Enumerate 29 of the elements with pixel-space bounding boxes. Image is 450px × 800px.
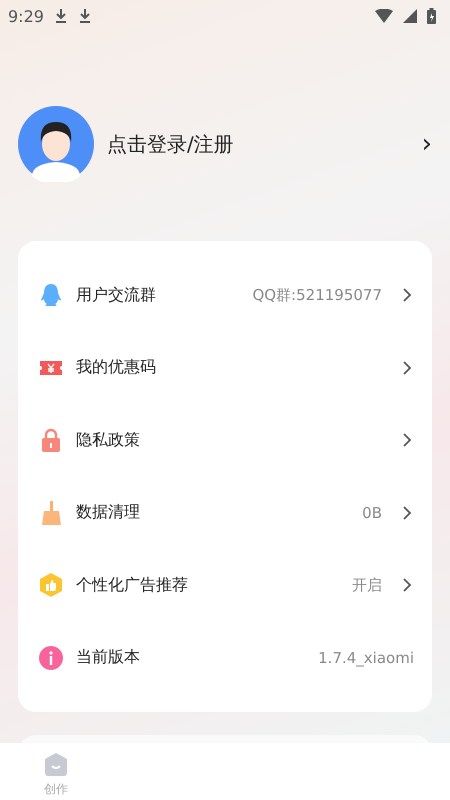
chevron-icon: › bbox=[422, 129, 432, 159]
menu-label: 当前版本 bbox=[76, 647, 141, 668]
menu-item[interactable]: 当前版本 1.7.4_xiaomi bbox=[18, 622, 432, 694]
smile-box-icon bbox=[43, 751, 69, 777]
menu-item[interactable]: 个性化广告推荐 开启 bbox=[18, 549, 432, 622]
menu-value: 开启 bbox=[352, 576, 382, 595]
menu-item[interactable]: 隐私政策 bbox=[18, 404, 432, 476]
menu-label: 个性化广告推荐 bbox=[76, 574, 189, 596]
login-link[interactable]: 点击登录/注册 bbox=[107, 130, 409, 158]
menu-label: 用户交流群 bbox=[76, 284, 157, 306]
thumbs-up-icon bbox=[38, 572, 64, 598]
menu-value: 0B bbox=[362, 504, 382, 522]
menu-value: QQ群:521195077 bbox=[252, 286, 382, 305]
penguin-icon bbox=[38, 282, 64, 308]
status-time: 9:29 bbox=[8, 6, 44, 26]
download-icon bbox=[78, 8, 92, 24]
menu-label: 隐私政策 bbox=[76, 430, 141, 451]
wifi-icon bbox=[375, 9, 393, 23]
menu-item[interactable]: 我的优惠码 bbox=[18, 332, 432, 404]
info-icon bbox=[38, 644, 64, 671]
download-icon bbox=[54, 8, 68, 24]
menu-item[interactable]: 数据清理 0B bbox=[18, 476, 432, 549]
menu-label: 数据清理 bbox=[76, 502, 141, 524]
menu-value: 1.7.4_xiaomi bbox=[318, 648, 414, 667]
menu-label: 我的优惠码 bbox=[76, 357, 157, 378]
battery-icon bbox=[427, 8, 436, 24]
signal-icon bbox=[403, 9, 417, 23]
menu-item[interactable]: 用户交流群 QQ群:521195077 bbox=[18, 259, 432, 332]
avatar-icon[interactable] bbox=[18, 106, 94, 182]
